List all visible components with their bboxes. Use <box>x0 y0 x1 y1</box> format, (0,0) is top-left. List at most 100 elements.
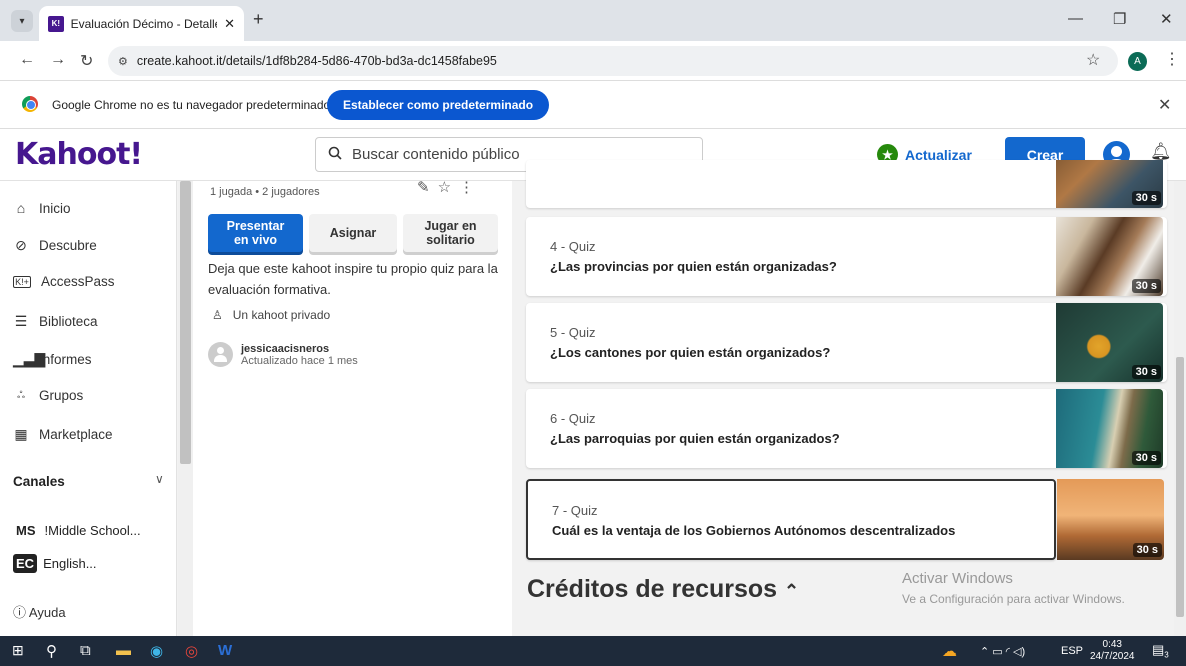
question-card-prev[interactable]: 30 s <box>526 160 1167 208</box>
profile-avatar[interactable]: A <box>1128 52 1147 71</box>
question-title: ¿Las provincias por quien están organiza… <box>550 259 837 274</box>
help-label: Ayuda <box>28 605 66 620</box>
channel-badge: EC <box>13 554 38 573</box>
sidebar-item-inicio[interactable]: ⌂ Inicio <box>13 200 71 216</box>
help-link[interactable]: ⓘ Ayuda <box>13 602 66 621</box>
task-view-icon[interactable]: ⧉ <box>80 642 91 659</box>
tab-title: Evaluación Décimo - Detalles - Kahoot! <box>70 16 217 31</box>
bar-chart-icon: ▁▃▇ <box>13 351 46 367</box>
channel-item[interactable]: EC English... <box>13 554 97 573</box>
window-close-button[interactable]: ✕ <box>1160 10 1173 28</box>
word-icon[interactable]: W <box>218 642 232 659</box>
sidebar-item-biblioteca[interactable]: ☰ Biblioteca <box>13 313 98 330</box>
resource-credits-heading[interactable]: Créditos de recursos ⌃ <box>527 575 799 604</box>
file-explorer-icon[interactable]: ▬ <box>116 642 131 659</box>
new-tab-button[interactable]: + <box>253 9 264 30</box>
search-icon <box>328 146 342 164</box>
channel-label: English... <box>43 556 97 571</box>
sidebar-item-label: Grupos <box>39 388 84 403</box>
sidebar-item-descubre[interactable]: ⊘ Descubre <box>13 237 97 254</box>
activate-windows-text: Ve a Configuración para activar Windows. <box>902 592 1125 606</box>
sidebar-item-label: Inicio <box>39 200 71 216</box>
question-card[interactable]: 5 - Quiz ¿Los cantones por quien están o… <box>526 303 1167 382</box>
assign-button[interactable]: Asignar <box>309 214 397 252</box>
page-scrollbar[interactable] <box>1174 181 1186 636</box>
chevron-up-icon[interactable]: ⌃ <box>784 581 799 601</box>
question-card[interactable]: 6 - Quiz ¿Las parroquias por quien están… <box>526 389 1167 468</box>
kahoot-logo[interactable]: Kahoot! <box>15 137 143 172</box>
channel-item[interactable]: MS !Middle School... <box>13 521 141 540</box>
edit-icon[interactable]: ✎ <box>417 179 438 196</box>
chrome-menu-icon[interactable]: ⋮ <box>1164 49 1180 69</box>
compass-icon: ⊘ <box>15 237 27 253</box>
privacy-status: ♙ Un kahoot privado <box>212 308 330 322</box>
author-info: jessicaacisneros Actualizado hace 1 mes <box>208 342 358 367</box>
tray-icons[interactable]: ⌃ ▭ ◜ ◁) <box>980 645 1025 658</box>
browser-tab[interactable]: K! Evaluación Décimo - Detalles - Kahoot… <box>39 6 244 41</box>
question-card-selected[interactable]: 7 - Quiz Cuál es la ventaja de los Gobie… <box>526 479 1056 560</box>
tab-close-icon[interactable]: ✕ <box>224 16 235 32</box>
home-icon: ⌂ <box>16 200 26 216</box>
kahoot-description: Deja que este kahoot inspire tu propio q… <box>208 261 498 297</box>
sidebar-item-accesspass[interactable]: K!+ AccessPass <box>13 274 115 289</box>
sidebar-item-label: Informes <box>39 352 92 367</box>
sidebar-item-label: Marketplace <box>39 427 113 442</box>
present-live-button[interactable]: Presentar en vivo <box>208 214 303 252</box>
edge-icon[interactable]: ◉ <box>150 642 163 660</box>
minimize-button[interactable]: — <box>1068 10 1083 27</box>
clock-time: 0:43 <box>1102 639 1122 650</box>
tab-search-button[interactable]: ▾ <box>11 10 33 32</box>
scrollbar-thumb[interactable] <box>1176 357 1184 617</box>
time-badge: 30 s <box>1131 451 1161 465</box>
chrome-logo-icon <box>22 96 38 112</box>
windows-start-icon[interactable]: ⊞ <box>12 642 24 659</box>
notification-count: 3 <box>1164 650 1169 660</box>
taskbar-search-icon[interactable]: ⚲ <box>46 642 57 660</box>
time-badge: 30 s <box>1132 543 1162 557</box>
list-icon: ☰ <box>14 313 28 329</box>
chevron-down-icon[interactable]: ∨ <box>155 472 164 486</box>
question-title: Cuál es la ventaja de los Gobiernos Autó… <box>552 523 956 538</box>
site-info-icon[interactable]: ⚙ <box>118 55 128 68</box>
browser-tab-bar: ▾ K! Evaluación Décimo - Detalles - Kaho… <box>0 0 1186 41</box>
reload-button[interactable]: ↻ <box>80 51 93 71</box>
language-indicator[interactable]: ESP <box>1061 645 1083 657</box>
scrollbar-thumb[interactable] <box>180 181 191 464</box>
question-thumbnail: 30 s <box>1056 217 1163 296</box>
question-card[interactable]: 4 - Quiz ¿Las provincias por quien están… <box>526 217 1167 296</box>
question-title: ¿Las parroquias por quien están organiza… <box>550 431 840 446</box>
play-stats: 1 jugada • 2 jugadores <box>210 186 320 198</box>
sidebar-scrollbar[interactable] <box>178 181 193 636</box>
bookmark-star-icon[interactable]: ☆ <box>1086 50 1100 70</box>
sidebar-item-label: Descubre <box>39 238 97 253</box>
sidebar-item-informes[interactable]: ▁▃▇ Informes <box>13 351 92 368</box>
clock[interactable]: 0:43 24/7/2024 <box>1090 639 1135 663</box>
person-icon: ♙ <box>212 308 223 322</box>
sidebar-item-grupos[interactable]: ஃ Grupos <box>13 388 83 403</box>
author-avatar[interactable] <box>208 342 233 367</box>
clock-date: 24/7/2024 <box>1090 651 1135 662</box>
question-number: 7 - Quiz <box>552 503 598 518</box>
set-default-button[interactable]: Establecer como predeterminado <box>327 90 550 120</box>
back-button[interactable]: ← <box>19 51 35 69</box>
favorite-star-icon[interactable]: ☆ <box>438 179 459 196</box>
sidebar-item-label: Biblioteca <box>39 314 98 329</box>
restore-button[interactable]: ❐ <box>1113 10 1126 28</box>
time-badge: 30 s <box>1131 365 1161 379</box>
sidebar-item-marketplace[interactable]: ▦ Marketplace <box>13 426 113 443</box>
help-icon: ⓘ <box>13 605 27 620</box>
weather-icon[interactable]: ☁ <box>942 642 957 660</box>
store-icon: ▦ <box>14 426 28 442</box>
notifications-icon[interactable]: ▤3 <box>1152 642 1169 660</box>
privacy-label: Un kahoot privado <box>232 308 331 322</box>
notifications-bell-icon[interactable]: 🔔︎ <box>1150 142 1172 162</box>
more-options-icon[interactable]: ⋮ <box>459 179 482 196</box>
omnibox[interactable]: ⚙ create.kahoot.it/details/1df8b284-5d86… <box>108 46 1118 76</box>
forward-button[interactable]: → <box>50 51 66 69</box>
question-number: 5 - Quiz <box>550 325 596 340</box>
author-name[interactable]: jessicaacisneros <box>241 343 358 355</box>
infobar-close-icon[interactable]: ✕ <box>1158 95 1171 115</box>
chrome-icon[interactable]: ◎ <box>185 642 198 660</box>
play-solo-button[interactable]: Jugar en solitario <box>403 214 498 252</box>
sidebar-item-label: AccessPass <box>41 274 115 289</box>
